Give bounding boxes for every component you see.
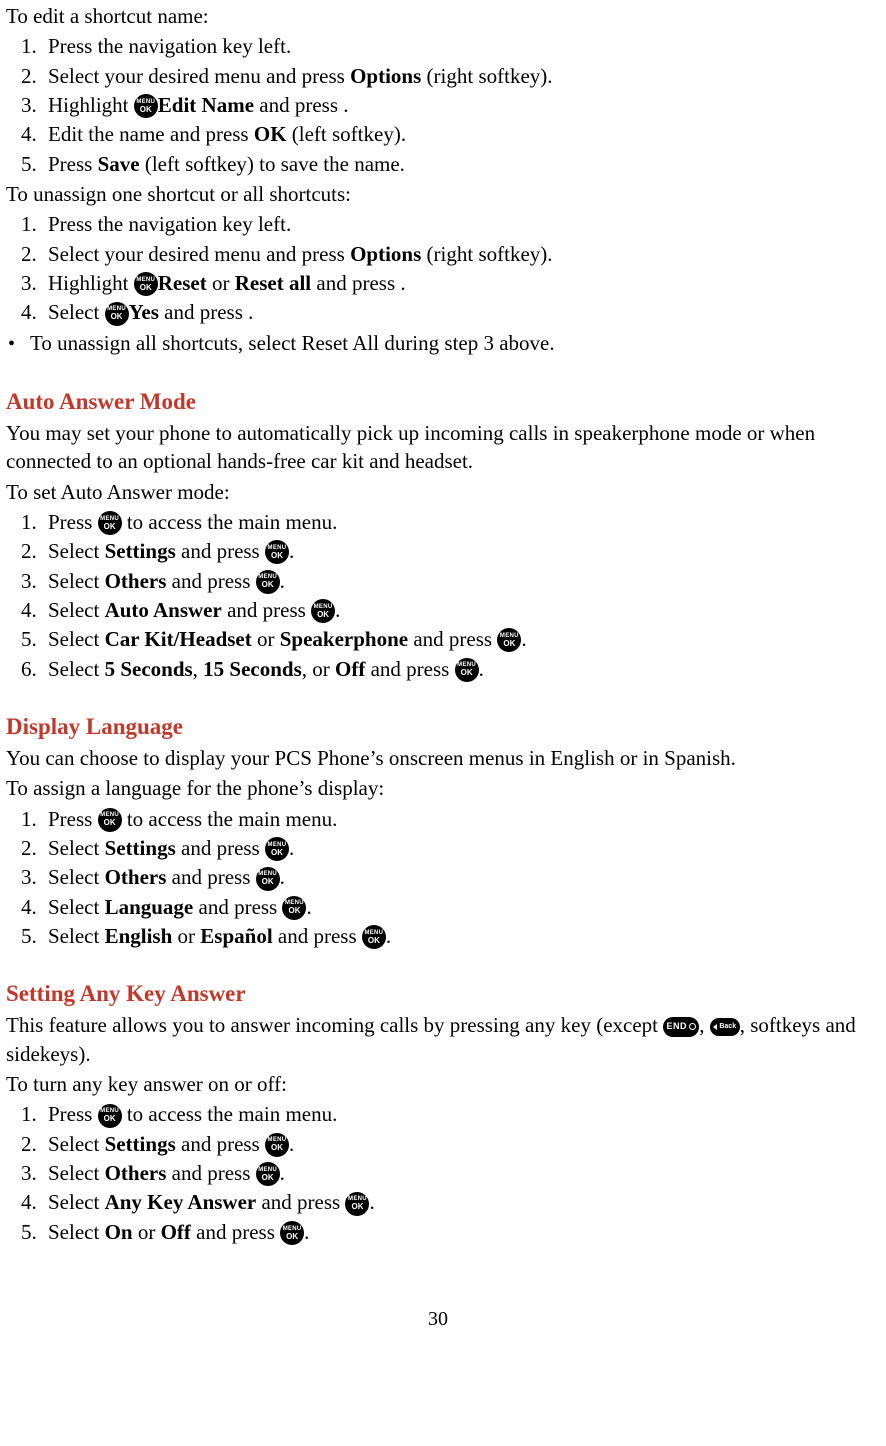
step-item: Press Save (left softkey) to save the na… [42, 150, 870, 178]
unassign-note: To unassign all shortcuts, select Reset … [26, 329, 870, 358]
display-lang-intro: To assign a language for the phone’s dis… [6, 774, 870, 802]
edit-shortcut-steps: Press the navigation key left.Select you… [6, 32, 870, 178]
step-item: Select 5 Seconds, 15 Seconds, or Off and… [42, 655, 870, 683]
auto-answer-steps: Press MENUOK to access the main menu.Sel… [6, 508, 870, 683]
step-item: Press the navigation key left. [42, 32, 870, 60]
anykey-intro: To turn any key answer on or off: [6, 1070, 870, 1098]
menu-ok-key-icon: MENUOK [134, 272, 158, 296]
menu-ok-key-icon: MENUOK [256, 570, 280, 594]
step-item: Select Others and press MENUOK. [42, 1159, 870, 1187]
unassign-intro: To unassign one shortcut or all shortcut… [6, 180, 870, 208]
anykey-desc-b: , [699, 1013, 710, 1037]
display-lang-title: Display Language [6, 711, 870, 742]
anykey-desc-a: This feature allows you to answer incomi… [6, 1013, 663, 1037]
step-item: Select Others and press MENUOK. [42, 863, 870, 891]
step-item: Select Any Key Answer and press MENUOK. [42, 1188, 870, 1216]
step-item: Select Language and press MENUOK. [42, 893, 870, 921]
menu-ok-key-icon: MENUOK [345, 1192, 369, 1216]
menu-ok-key-icon: MENUOK [98, 808, 122, 832]
step-item: Press MENUOK to access the main menu. [42, 1100, 870, 1128]
anykey-title: Setting Any Key Answer [6, 978, 870, 1009]
menu-ok-key-icon: MENUOK [455, 658, 479, 682]
menu-ok-key-icon: MENUOK [280, 1221, 304, 1245]
menu-ok-key-icon: MENUOK [105, 302, 129, 326]
anykey-steps: Press MENUOK to access the main menu.Sel… [6, 1100, 870, 1246]
menu-ok-key-icon: MENUOK [265, 540, 289, 564]
step-item: Select On or Off and press MENUOK. [42, 1218, 870, 1246]
menu-ok-key-icon: MENUOK [256, 867, 280, 891]
menu-ok-key-icon: MENUOK [497, 628, 521, 652]
back-key-icon: Back [710, 1018, 740, 1036]
page-number: 30 [6, 1306, 870, 1333]
menu-ok-key-icon: MENUOK [265, 1133, 289, 1157]
step-item: Select Others and press MENUOK. [42, 567, 870, 595]
menu-ok-key-icon: MENUOK [98, 511, 122, 535]
auto-answer-title: Auto Answer Mode [6, 386, 870, 417]
anykey-desc: This feature allows you to answer incomi… [6, 1011, 870, 1068]
step-item: Highlight MENUOKReset or Reset all and p… [42, 269, 870, 297]
menu-ok-key-icon: MENUOK [134, 94, 158, 118]
end-key-icon: END [663, 1017, 699, 1037]
unassign-note-list: To unassign all shortcuts, select Reset … [6, 329, 870, 358]
step-item: Select Auto Answer and press MENUOK. [42, 596, 870, 624]
step-item: Press the navigation key left. [42, 210, 870, 238]
auto-answer-intro: To set Auto Answer mode: [6, 478, 870, 506]
display-lang-steps: Press MENUOK to access the main menu.Sel… [6, 805, 870, 951]
step-item: Select Settings and press MENUOK. [42, 834, 870, 862]
step-item: Press MENUOK to access the main menu. [42, 805, 870, 833]
display-lang-desc: You can choose to display your PCS Phone… [6, 744, 870, 772]
menu-ok-key-icon: MENUOK [98, 1104, 122, 1128]
step-item: Select Settings and press MENUOK. [42, 1130, 870, 1158]
step-item: Select MENUOKYes and press . [42, 298, 870, 326]
step-item: Select your desired menu and press Optio… [42, 62, 870, 90]
step-item: Select English or Español and press MENU… [42, 922, 870, 950]
step-item: Press MENUOK to access the main menu. [42, 508, 870, 536]
step-item: Edit the name and press OK (left softkey… [42, 120, 870, 148]
menu-ok-key-icon: MENUOK [265, 837, 289, 861]
menu-ok-key-icon: MENUOK [362, 925, 386, 949]
menu-ok-key-icon: MENUOK [282, 896, 306, 920]
menu-ok-key-icon: MENUOK [311, 599, 335, 623]
edit-shortcut-intro: To edit a shortcut name: [6, 2, 870, 30]
step-item: Highlight MENUOKEdit Name and press . [42, 91, 870, 119]
step-item: Select Car Kit/Headset or Speakerphone a… [42, 625, 870, 653]
unassign-steps: Press the navigation key left.Select you… [6, 210, 870, 326]
auto-answer-desc: You may set your phone to automatically … [6, 419, 870, 476]
menu-ok-key-icon: MENUOK [256, 1162, 280, 1186]
step-item: Select Settings and press MENUOK. [42, 537, 870, 565]
step-item: Select your desired menu and press Optio… [42, 240, 870, 268]
